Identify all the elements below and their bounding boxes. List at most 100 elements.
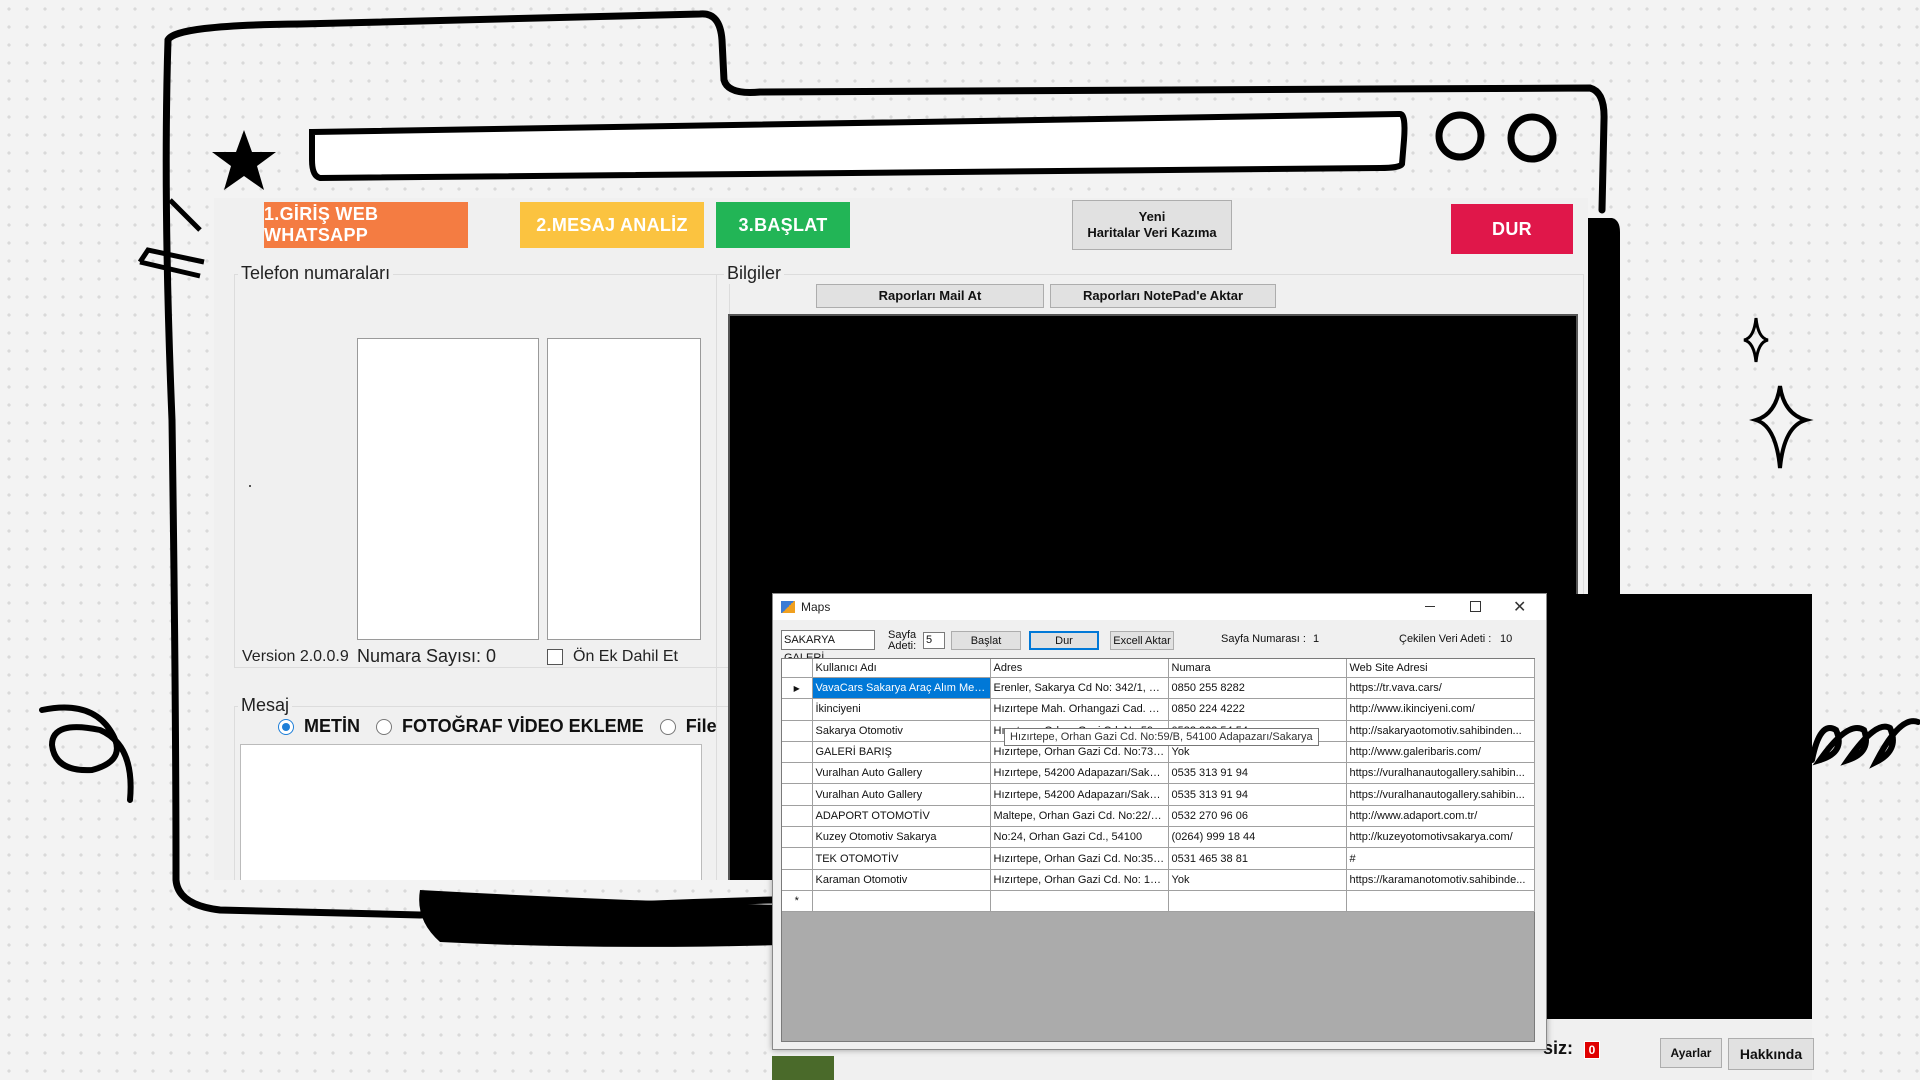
row-header[interactable] — [782, 741, 813, 764]
radio-circle[interactable] — [376, 718, 392, 735]
about-button[interactable]: Hakkında — [1728, 1038, 1814, 1070]
cell-website[interactable]: https://karamanotomotiv.sahibinde... — [1346, 869, 1535, 891]
new-row-cell[interactable] — [1168, 890, 1347, 913]
table-new-row[interactable]: * — [782, 890, 1535, 913]
table-row[interactable]: Vuralhan Auto Gallery Hızırtepe, 54200 Ad… — [782, 762, 1535, 785]
new-row-asterisk-icon[interactable]: * — [782, 890, 813, 913]
message-textbox[interactable] — [240, 744, 702, 880]
start-button[interactable]: 3.BAŞLAT — [716, 202, 850, 248]
table-row[interactable]: ADAPORT OTOMOTİV Maltepe, Orhan Gazi Cd. … — [782, 805, 1535, 828]
row-header[interactable] — [782, 698, 813, 721]
maps-stop-button[interactable]: Dur — [1029, 631, 1099, 650]
cell-address[interactable]: Hızırtepe Mah. Orhangazi Cad. Tek... — [990, 698, 1169, 721]
cell-website[interactable]: http://www.galeribaris.com/ — [1346, 741, 1535, 764]
mail-reports-button[interactable]: Raporları Mail At — [816, 284, 1044, 308]
cell-address[interactable]: Erenler, Sakarya Cd No: 342/1, 54... — [990, 677, 1169, 700]
page-count-label: Sayfa Adeti: — [888, 629, 917, 652]
results-table: Kullanıcı Adı Adres Numara Web Site Adre… — [782, 659, 1535, 913]
table-row[interactable]: TEK OTOMOTİV Hızırtepe, Orhan Gazi Cd. No… — [782, 847, 1535, 870]
radio-photo-video[interactable]: FOTOĞRAF VİDEO EKLEME — [376, 716, 644, 737]
row-header[interactable] — [782, 783, 813, 806]
new-row-cell[interactable] — [1346, 890, 1535, 913]
col-header-username[interactable]: Kullanıcı Adı — [812, 659, 991, 678]
cell-website[interactable]: http://www.adaport.com.tr/ — [1346, 805, 1535, 828]
cell-address[interactable]: Hızırtepe, 54200 Adapazarı/Sakarya — [990, 783, 1169, 806]
cell-number[interactable]: 0850 224 4222 — [1168, 698, 1347, 721]
cell-username[interactable]: TEK OTOMOTİV — [812, 847, 991, 870]
minimize-icon[interactable] — [1425, 606, 1435, 607]
phone-list-right[interactable] — [547, 338, 701, 640]
cell-username[interactable]: İkinciyeni — [812, 698, 991, 721]
table-row[interactable]: ▶ VavaCars Sakarya Araç Alım Merkezi Erenl… — [782, 677, 1535, 700]
cell-website[interactable]: # — [1346, 847, 1535, 870]
maps-search-input[interactable]: SAKARYA GALERİ — [781, 630, 875, 664]
results-grid[interactable]: Kullanıcı Adı Adres Numara Web Site Adre… — [781, 658, 1535, 1042]
cell-website[interactable]: https://vuralhanautogallery.sahibin... — [1346, 783, 1535, 806]
row-header[interactable] — [782, 720, 813, 742]
maps-title-bar: Maps ✕ — [773, 594, 1546, 620]
row-header[interactable] — [782, 805, 813, 828]
row-header[interactable] — [782, 869, 813, 891]
message-analyze-button[interactable]: 2.MESAJ ANALİZ — [520, 202, 704, 248]
cell-address[interactable]: No:24, Orhan Gazi Cd., 54100 — [990, 826, 1169, 849]
col-header-number[interactable]: Numara — [1168, 659, 1347, 678]
cell-website[interactable]: https://vuralhanautogallery.sahibin... — [1346, 762, 1535, 785]
notepad-export-button[interactable]: Raporları NotePad'e Aktar — [1050, 284, 1276, 308]
col-header-address[interactable]: Adres — [990, 659, 1169, 678]
cell-address[interactable]: Hızırtepe, Orhan Gazi Cd. No:35, 5... — [990, 847, 1169, 870]
table-row[interactable]: Karaman Otomotiv Hızırtepe, Orhan Gazi Cd… — [782, 869, 1535, 891]
radio-circle[interactable] — [659, 718, 676, 735]
message-type-options: METİN FOTOĞRAF VİDEO EKLEME File — [278, 716, 717, 737]
stop-button[interactable]: DUR — [1451, 204, 1573, 254]
doodle-clip — [137, 198, 205, 279]
settings-button[interactable]: Ayarlar — [1660, 1038, 1722, 1068]
page-count-input[interactable]: 5 — [923, 632, 945, 649]
cell-website[interactable]: http://kuzeyotomotivsakarya.com/ — [1346, 826, 1535, 849]
radio-file[interactable]: File — [659, 716, 717, 737]
cell-username[interactable]: Vuralhan Auto Gallery — [812, 783, 991, 806]
cell-username[interactable]: GALERİ BARIŞ — [812, 741, 991, 764]
new-row-cell[interactable] — [990, 890, 1169, 913]
login-whatsapp-button[interactable]: 1.GİRİŞ WEB WHATSAPP — [264, 202, 468, 248]
maximize-icon[interactable] — [1470, 601, 1481, 612]
info-group-label: Bilgiler — [724, 263, 785, 284]
phone-list-left[interactable] — [357, 338, 539, 640]
cell-username[interactable]: ADAPORT OTOMOTİV — [812, 805, 991, 828]
cell-number[interactable]: 0850 255 8282 — [1168, 677, 1347, 700]
table-row[interactable]: İkinciyeni Hızırtepe Mah. Orhangazi Cad. … — [782, 698, 1535, 721]
maps-start-button[interactable]: Başlat — [951, 631, 1021, 650]
radio-circle-selected[interactable] — [278, 718, 294, 735]
cell-username[interactable]: Sakarya Otomotiv — [812, 720, 991, 742]
table-row[interactable]: Vuralhan Auto Gallery Hızırtepe, 54200 Ad… — [782, 783, 1535, 806]
maps-scrape-button[interactable]: Yeni Haritalar Veri Kazıma — [1072, 200, 1232, 250]
row-header[interactable] — [782, 826, 813, 849]
cell-number[interactable]: 0532 270 96 06 — [1168, 805, 1347, 828]
prefix-checkbox[interactable]: Ön Ek Dahil Et — [547, 648, 678, 666]
current-row-arrow-icon[interactable]: ▶ — [782, 677, 813, 700]
checkbox-box[interactable] — [547, 649, 563, 665]
cell-number[interactable]: (0264) 999 18 44 — [1168, 826, 1347, 849]
row-header[interactable] — [782, 847, 813, 870]
close-icon[interactable]: ✕ — [1513, 597, 1526, 617]
table-row[interactable]: Kuzey Otomotiv Sakarya No:24, Orhan Gazi … — [782, 826, 1535, 849]
cell-number[interactable]: 0531 465 38 81 — [1168, 847, 1347, 870]
radio-text[interactable]: METİN — [278, 716, 360, 737]
cell-website[interactable]: http://sakaryaotomotiv.sahibinden... — [1346, 720, 1535, 742]
cell-username[interactable]: Karaman Otomotiv — [812, 869, 991, 891]
cell-username[interactable]: Vuralhan Auto Gallery — [812, 762, 991, 785]
row-header[interactable] — [782, 762, 813, 785]
cell-username[interactable]: Kuzey Otomotiv Sakarya — [812, 826, 991, 849]
cell-website[interactable]: https://tr.vava.cars/ — [1346, 677, 1535, 700]
new-row-cell[interactable] — [812, 890, 991, 913]
cell-website[interactable]: http://www.ikinciyeni.com/ — [1346, 698, 1535, 721]
cell-username[interactable]: VavaCars Sakarya Araç Alım Merkezi — [812, 677, 991, 700]
col-header-website[interactable]: Web Site Adresi — [1346, 659, 1535, 678]
cell-address[interactable]: Hızırtepe, Orhan Gazi Cd. No: 101, ... — [990, 869, 1169, 891]
cell-number[interactable]: Yok — [1168, 869, 1347, 891]
cell-number[interactable]: 0535 313 91 94 — [1168, 762, 1347, 785]
cell-number[interactable]: 0535 313 91 94 — [1168, 783, 1347, 806]
prefix-checkbox-label: Ön Ek Dahil Et — [573, 648, 678, 665]
cell-address[interactable]: Hızırtepe, 54200 Adapazarı/Sakarya — [990, 762, 1169, 785]
excel-export-button[interactable]: Excell Aktar — [1110, 631, 1174, 650]
cell-address[interactable]: Maltepe, Orhan Gazi Cd. No:22/a, ... — [990, 805, 1169, 828]
